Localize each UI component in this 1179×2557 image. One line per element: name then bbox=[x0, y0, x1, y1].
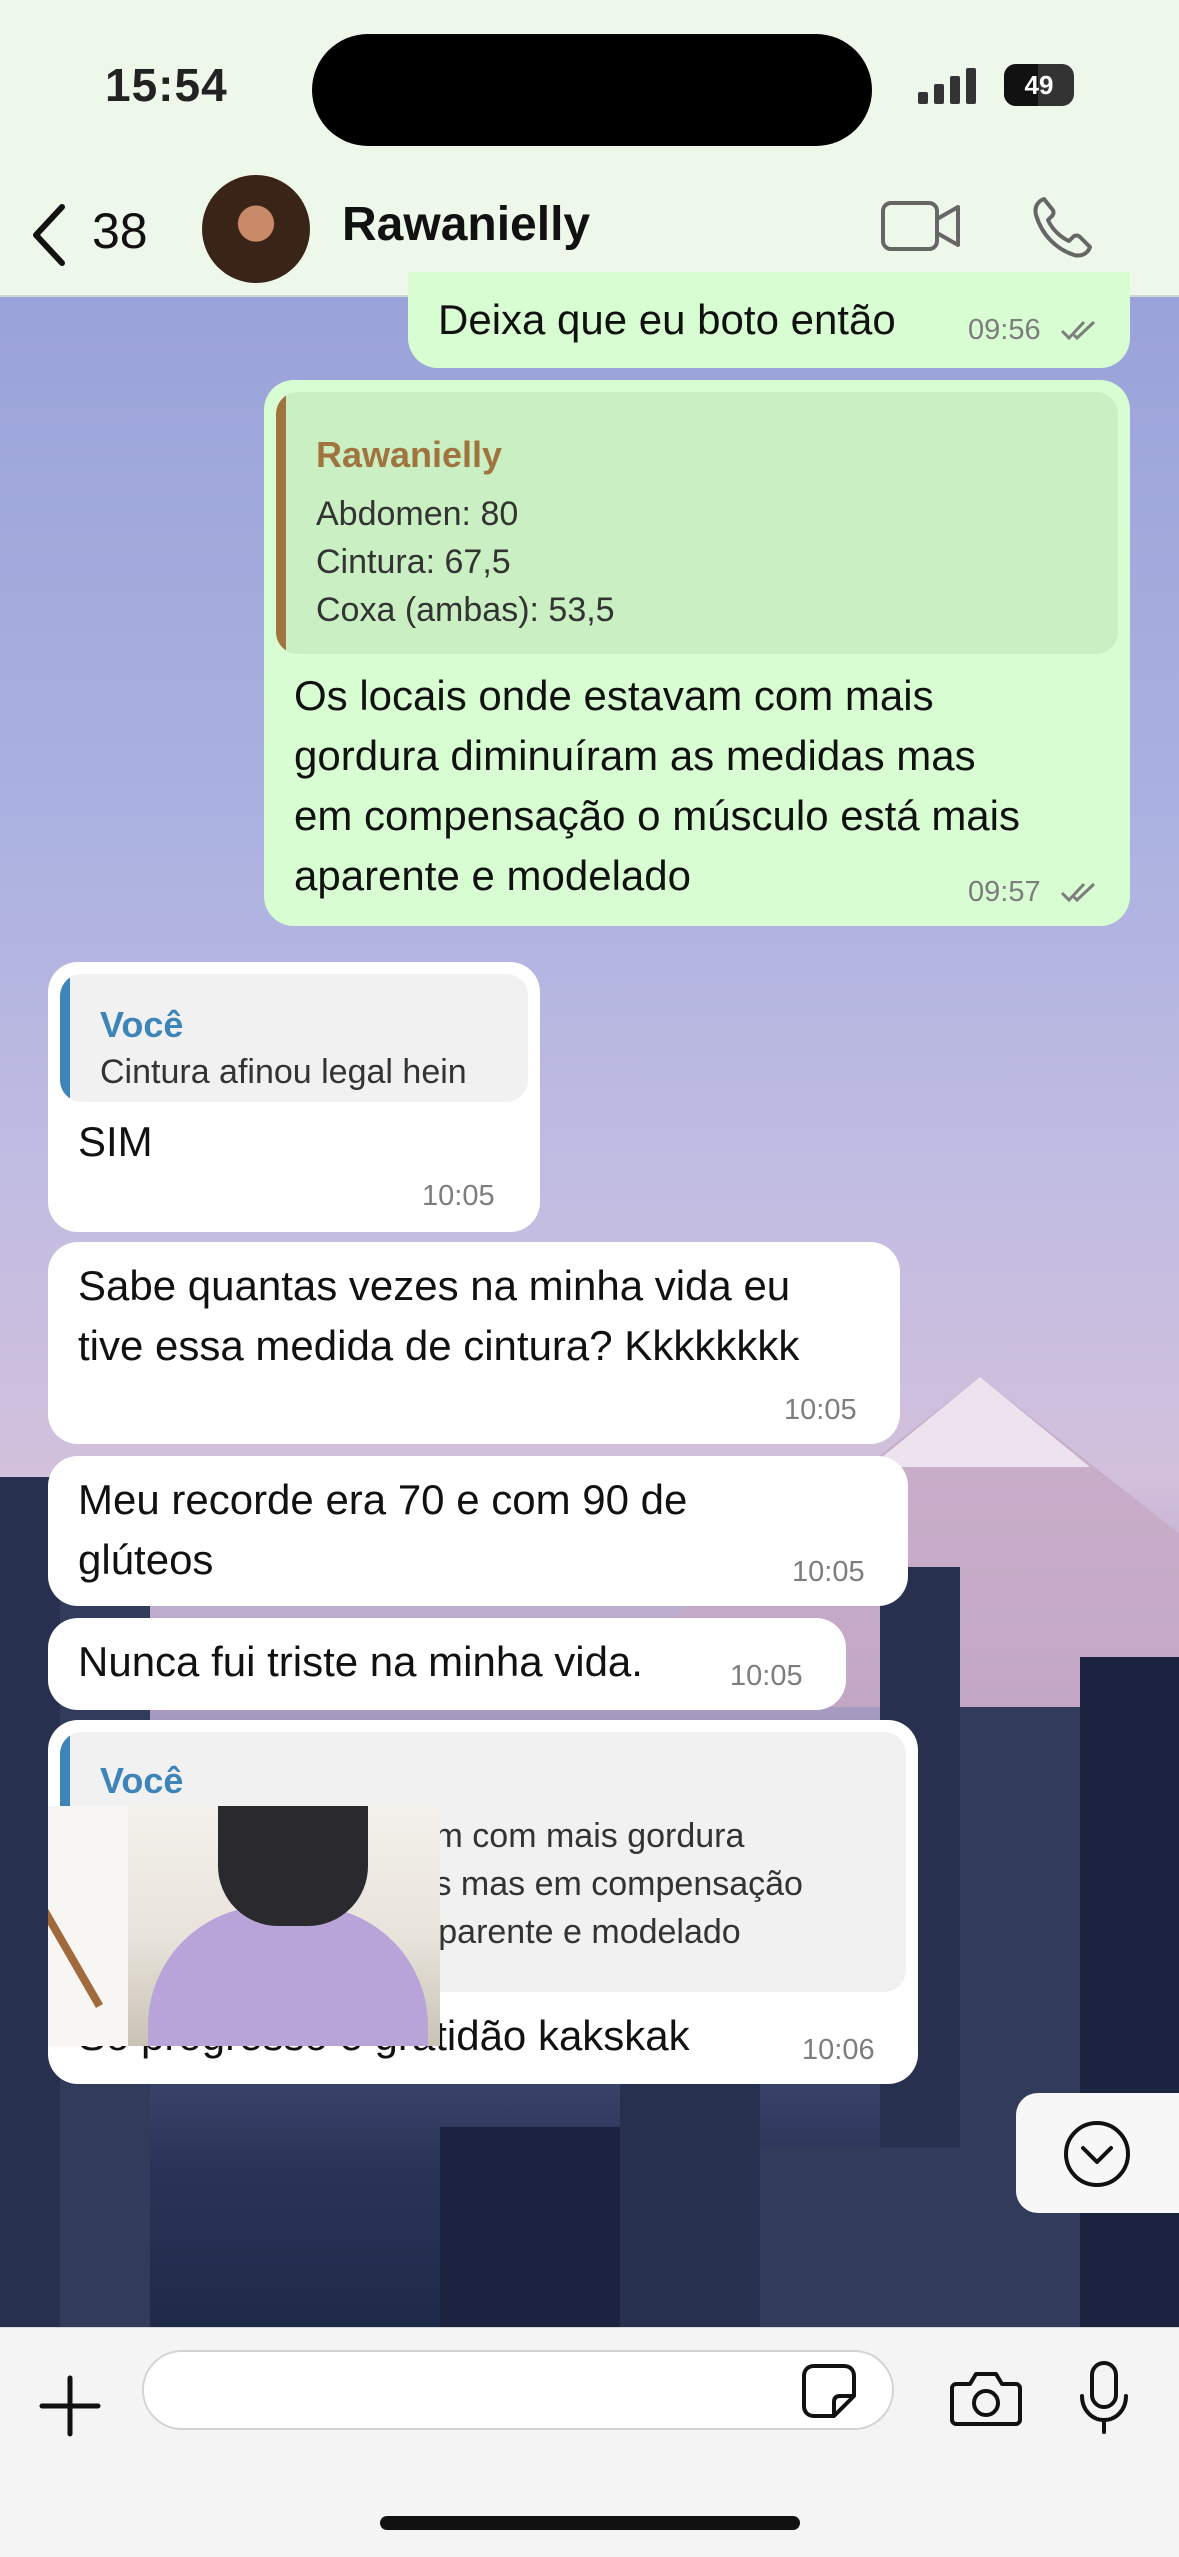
contact-avatar[interactable] bbox=[202, 175, 310, 283]
back-unread-count[interactable]: 38 bbox=[92, 202, 148, 260]
scroll-to-bottom-button[interactable] bbox=[1016, 2093, 1179, 2213]
message-text: Nunca fui triste na minha vida. bbox=[78, 1638, 643, 1685]
quote-accent-bar bbox=[276, 392, 286, 654]
wallpaper-snowcap bbox=[870, 1377, 1090, 1467]
wallpaper-building bbox=[620, 2057, 760, 2327]
quote-text: Abdomen: 80 Cintura: 67,5 Coxa (ambas): … bbox=[316, 495, 615, 629]
contact-name[interactable]: Rawanielly bbox=[342, 197, 590, 252]
read-receipt-icon bbox=[1060, 882, 1096, 903]
chevron-left-icon[interactable] bbox=[26, 201, 72, 269]
message-text: Sabe quantas vezes na minha vida eu tive… bbox=[78, 1262, 800, 1369]
message-text: Meu recorde era 70 e com 90 de glúteos bbox=[78, 1476, 688, 1583]
home-indicator[interactable] bbox=[380, 2516, 800, 2530]
video-camera-icon[interactable] bbox=[880, 197, 962, 255]
message-text: Deixa que eu boto então bbox=[438, 296, 896, 343]
quote-author: Você bbox=[100, 1760, 184, 1801]
quoted-message[interactable]: Rawanielly Abdomen: 80 Cintura: 67,5 Cox… bbox=[276, 392, 1118, 654]
quote-accent-bar bbox=[60, 974, 70, 1102]
wallpaper-building bbox=[760, 2147, 1020, 2327]
plus-icon[interactable] bbox=[38, 2374, 102, 2438]
status-bar: 15:54 49 bbox=[0, 0, 1179, 175]
message-time: 10:05 bbox=[730, 1660, 803, 1692]
message-bubble-outgoing[interactable]: Deixa que eu boto então 09:56 bbox=[408, 272, 1130, 368]
message-bubble-outgoing[interactable]: Rawanielly Abdomen: 80 Cintura: 67,5 Cox… bbox=[264, 380, 1130, 926]
quote-author: Rawanielly bbox=[316, 434, 503, 475]
message-input[interactable] bbox=[142, 2350, 894, 2430]
status-time: 15:54 bbox=[105, 59, 228, 111]
message-text: Os locais onde estavam com mais gordura … bbox=[294, 672, 1020, 899]
wallpaper-building bbox=[440, 2127, 620, 2327]
message-time: 09:56 bbox=[968, 314, 1041, 346]
chevron-down-circle-icon bbox=[1064, 2121, 1130, 2187]
message-time: 10:05 bbox=[784, 1394, 857, 1426]
sticker-icon[interactable] bbox=[800, 2362, 858, 2420]
quote-text: Cintura afinou legal hein bbox=[100, 1053, 467, 1091]
message-time: 09:57 bbox=[968, 876, 1041, 908]
read-receipt-icon bbox=[1060, 320, 1096, 341]
message-bubble-incoming[interactable]: Nunca fui triste na minha vida. 10:05 bbox=[48, 1618, 846, 1710]
cellular-signal-icon bbox=[918, 68, 980, 104]
microphone-icon[interactable] bbox=[1078, 2360, 1130, 2436]
dynamic-island bbox=[312, 34, 872, 146]
message-text: SIM bbox=[78, 1118, 153, 1165]
battery-level: 49 bbox=[1024, 70, 1054, 100]
message-bubble-incoming[interactable]: Você Cintura afinou legal hein SIM 10:05 bbox=[48, 962, 540, 1232]
message-time: 10:05 bbox=[792, 1556, 865, 1588]
message-time: 10:05 bbox=[422, 1180, 495, 1212]
battery-icon: 49 bbox=[1004, 64, 1074, 106]
camera-icon[interactable] bbox=[950, 2368, 1022, 2428]
wallpaper-building bbox=[1080, 1657, 1179, 2327]
quote-author: Você bbox=[100, 1004, 184, 1045]
message-bubble-incoming[interactable]: Sabe quantas vezes na minha vida eu tive… bbox=[48, 1242, 900, 1444]
phone-icon[interactable] bbox=[1030, 193, 1096, 259]
message-bubble-incoming[interactable]: Meu recorde era 70 e com 90 de glúteos 1… bbox=[48, 1456, 908, 1606]
media-thumbnail[interactable] bbox=[48, 1806, 440, 2046]
message-time: 10:06 bbox=[802, 2034, 875, 2066]
quoted-message[interactable]: Você Cintura afinou legal hein bbox=[60, 974, 528, 1102]
